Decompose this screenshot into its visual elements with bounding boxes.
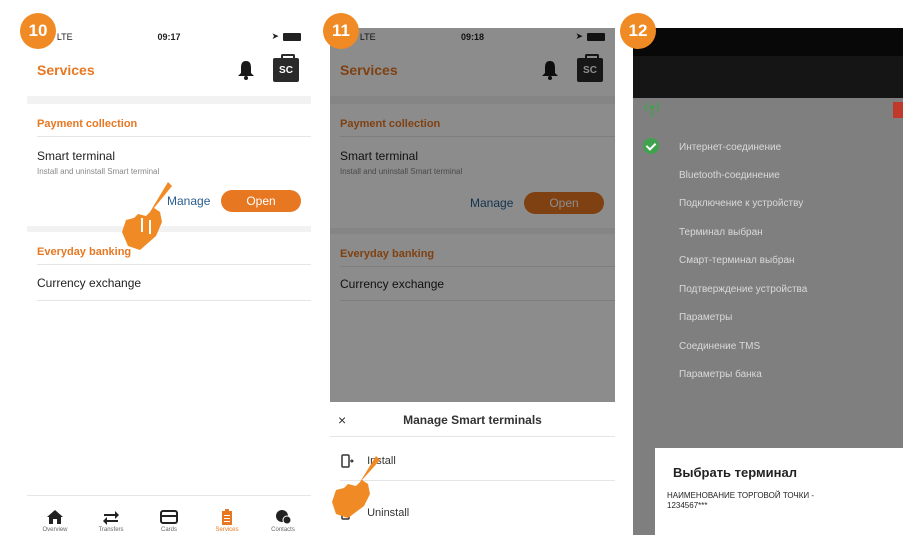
divider — [37, 300, 311, 301]
tab-label: Overview — [42, 527, 68, 533]
pointer-hand-icon — [332, 456, 380, 518]
home-icon — [47, 510, 63, 524]
terminal-option[interactable]: НАИМЕНОВАНИЕ ТОРГОВОЙ ТОЧКИ - 1234567*** — [667, 491, 814, 511]
step-item: Параметры — [679, 312, 733, 323]
clock: 09:17 — [157, 32, 181, 42]
screen-services: T LTE 09:17 ➤ Services SC Payment collec… — [27, 28, 311, 535]
tab-overview[interactable]: Overview — [27, 509, 83, 533]
page-title: Services — [37, 62, 95, 78]
step-badge-10: 10 — [20, 13, 56, 49]
tutorial-composite: 10 11 12 T LTE 09:17 ➤ Services SC Payme… — [0, 0, 903, 535]
step-item: Bluetooth-соединение — [679, 170, 780, 181]
transfer-arrows-icon — [103, 511, 119, 525]
tab-services[interactable]: Services — [199, 509, 255, 533]
tab-cards[interactable]: Cards — [141, 509, 197, 533]
battery-icon — [283, 33, 301, 41]
tab-contacts[interactable]: Contacts — [255, 509, 311, 533]
section-payment-collection: Payment collection — [37, 118, 138, 130]
section-everyday-banking: Everyday banking — [37, 246, 132, 258]
status-bar: T LTE 09:17 ➤ — [27, 28, 311, 46]
screen-terminal-setup: Интернет-соединение Bluetooth-соединение… — [633, 28, 903, 535]
tab-label: Contacts — [271, 527, 295, 533]
step-item: Смарт-терминал выбран — [679, 255, 795, 266]
tab-label: Cards — [160, 527, 177, 533]
step-item: Терминал выбран — [679, 227, 763, 238]
app-header — [633, 56, 903, 98]
tab-bar: Overview Transfers Cards Services Contac… — [27, 495, 311, 535]
card-icon — [160, 510, 178, 524]
app-header: Services SC — [27, 46, 311, 96]
divider — [37, 264, 311, 265]
divider — [27, 96, 311, 104]
step-item: Интернет-соединение — [679, 142, 782, 153]
smart-terminal-title: Smart terminal — [37, 149, 116, 163]
terminal-id: 1234567*** — [667, 501, 708, 510]
step-badge-11: 11 — [323, 13, 359, 49]
divider — [330, 436, 615, 437]
step-item: Подключение к устройству — [679, 198, 804, 209]
step-item: Параметры банка — [679, 369, 762, 380]
step-item: Соединение TMS — [679, 341, 761, 352]
dialog-title: Выбрать терминал — [673, 465, 797, 480]
chat-icon — [276, 510, 292, 525]
open-button[interactable]: Open — [221, 190, 301, 212]
sc-wallet-icon[interactable]: SC — [273, 54, 299, 82]
tab-label: Transfers — [98, 527, 124, 533]
pointer-hand-icon — [122, 182, 172, 250]
check-icon — [643, 138, 659, 154]
smart-terminal-desc: Install and uninstall Smart terminal — [37, 167, 160, 176]
calculator-icon[interactable] — [893, 102, 903, 118]
clipboard-icon — [222, 509, 232, 525]
tab-transfers[interactable]: Transfers — [83, 509, 139, 533]
status-bar — [633, 28, 903, 56]
divider — [37, 136, 311, 137]
bell-icon[interactable] — [237, 60, 255, 80]
step-badge-12: 12 — [620, 13, 656, 49]
location-icon: ➤ — [271, 31, 279, 41]
select-terminal-dialog: Выбрать терминал НАИМЕНОВАНИЕ ТОРГОВОЙ Т… — [655, 448, 903, 535]
terminal-name: НАИМЕНОВАНИЕ ТОРГОВОЙ ТОЧКИ - — [667, 491, 815, 500]
step-item: Подтверждение устройства — [679, 284, 808, 295]
currency-exchange-item[interactable]: Currency exchange — [37, 276, 141, 290]
sheet-title: Manage Smart terminals — [403, 413, 542, 427]
antenna-icon — [644, 102, 660, 117]
tab-label: Services — [215, 527, 239, 533]
